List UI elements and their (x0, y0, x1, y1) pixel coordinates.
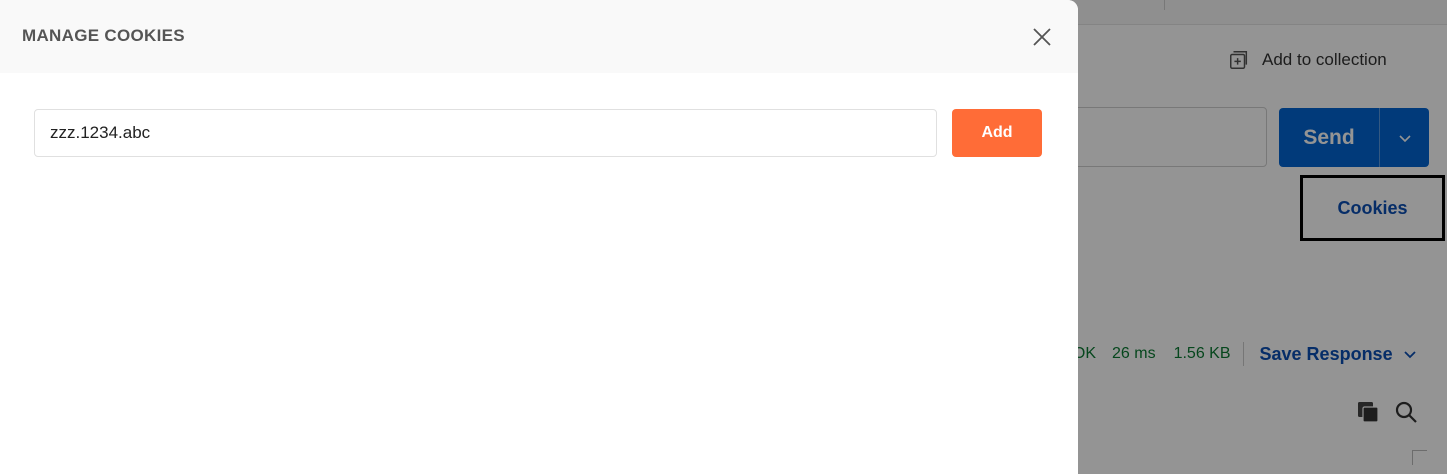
modal-header: MANAGE COOKIES (0, 0, 1078, 73)
manage-cookies-modal: MANAGE COOKIES Add (0, 0, 1078, 474)
modal-title: MANAGE COOKIES (22, 26, 185, 45)
add-domain-button[interactable]: Add (952, 109, 1042, 157)
domain-input[interactable] (34, 109, 937, 157)
close-icon (1033, 28, 1051, 46)
close-button[interactable] (1030, 25, 1054, 49)
